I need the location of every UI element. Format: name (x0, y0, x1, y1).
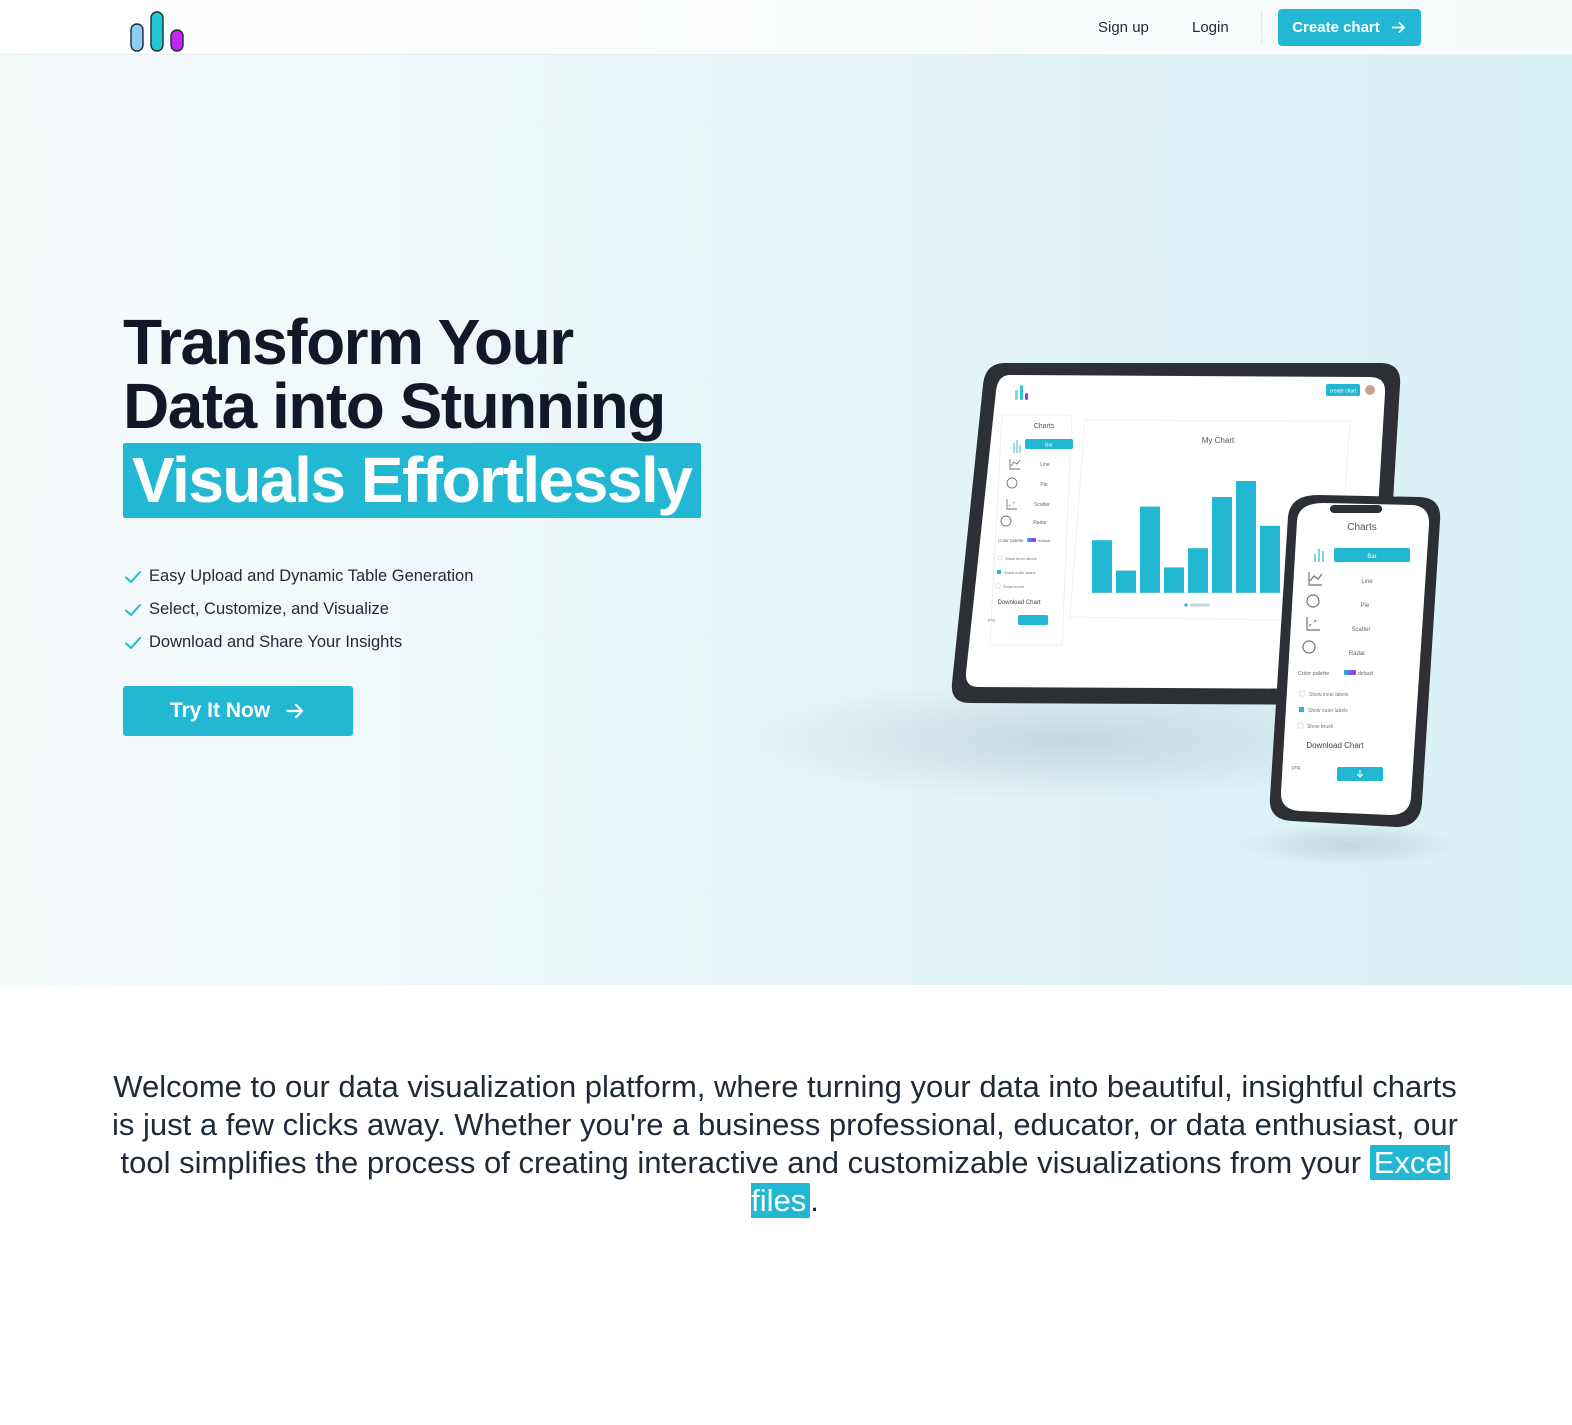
nav-divider (1261, 11, 1262, 43)
tablet-download-label: Download Chart (997, 600, 1040, 606)
phone-option: Show inner labels (1309, 692, 1349, 698)
phone-sidebar-title: Charts (1347, 522, 1376, 533)
check-icon (123, 600, 143, 620)
tablet-option: Show brush (1003, 584, 1024, 589)
phone-download-label: Download Chart (1306, 741, 1364, 750)
phone-chart-type: Radar (1349, 651, 1365, 657)
tablet-chart-type: Scatter (1034, 502, 1050, 508)
tablet-color-palette-label: Color palette (998, 538, 1024, 543)
check-icon (123, 633, 143, 653)
hero-title-line-2: Data into Stunning (123, 370, 666, 442)
tablet-chart-type: Bar (1045, 443, 1053, 449)
login-link[interactable]: Login (1192, 0, 1229, 55)
tablet-bar (1260, 525, 1280, 593)
tablet-bar (1140, 506, 1160, 593)
arrow-right-icon (286, 703, 304, 719)
tablet-chart-title: My Chart (1202, 436, 1235, 445)
check-icon (123, 567, 143, 587)
tablet-sidebar-title: Charts (1034, 423, 1055, 430)
device-mockup-illustration: create chart Charts Bar Line Pie Scatter… (740, 363, 1460, 865)
tablet-bar (1236, 481, 1256, 593)
tablet-chart-type: Line (1040, 462, 1050, 468)
try-it-now-button[interactable]: Try It Now (123, 686, 353, 736)
create-chart-label: Create chart (1292, 19, 1380, 36)
hero-section: Transform Your Data into Stunning Visual… (0, 55, 1572, 985)
tablet-palette-value: default (1038, 538, 1051, 543)
phone-mockup: Charts Bar Line Pie Scatter Radar Color … (1269, 495, 1441, 827)
intro-end: . (810, 1183, 819, 1218)
intro-text: Welcome to our data visualization platfo… (112, 1069, 1458, 1180)
feature-item: Select, Customize, and Visualize (123, 593, 473, 626)
feature-item: Download and Share Your Insights (123, 626, 473, 659)
tablet-format: png (988, 617, 995, 622)
phone-format: png (1292, 765, 1301, 771)
phone-chart-type: Pie (1361, 603, 1370, 609)
feature-text: Easy Upload and Dynamic Table Generation (149, 567, 474, 585)
phone-color-palette-label: Color palette (1298, 671, 1329, 677)
hero-title-line-1: Transform Your (123, 306, 574, 378)
intro-paragraph: Welcome to our data visualization platfo… (110, 1068, 1460, 1220)
tablet-bar (1116, 570, 1136, 593)
tablet-bar (1164, 567, 1184, 593)
tablet-create-button: create chart (1330, 389, 1357, 395)
navbar: Sign up Login Create chart (0, 0, 1572, 55)
feature-text: Download and Share Your Insights (149, 633, 403, 651)
signup-link[interactable]: Sign up (1098, 0, 1149, 55)
phone-palette-value: default (1358, 671, 1374, 677)
phone-chart-type: Line (1361, 579, 1373, 585)
tablet-bar (1092, 540, 1112, 593)
feature-item: Easy Upload and Dynamic Table Generation (123, 560, 473, 593)
arrow-right-icon (1391, 21, 1405, 34)
hero-title-highlight: Visuals Effortlessly (123, 443, 701, 518)
tablet-option: Show inner labels (1005, 556, 1037, 561)
feature-text: Select, Customize, and Visualize (149, 600, 389, 618)
phone-option: Show outer labels (1308, 708, 1348, 714)
tablet-bar (1188, 548, 1208, 593)
feature-list: Easy Upload and Dynamic Table Generation… (123, 560, 473, 659)
tablet-option: Show outer labels (1004, 570, 1036, 575)
logo-icon[interactable] (130, 10, 186, 54)
phone-chart-type: Bar (1367, 554, 1376, 560)
tablet-chart-type: Pie (1040, 482, 1047, 488)
tablet-bar (1212, 497, 1232, 593)
phone-option: Show brush (1307, 724, 1334, 730)
try-it-now-label: Try It Now (169, 699, 271, 722)
tablet-chart-type: Radar (1033, 520, 1047, 526)
create-chart-button[interactable]: Create chart (1278, 9, 1421, 46)
phone-chart-type: Scatter (1351, 627, 1370, 633)
hero-title: Transform Your Data into Stunning (123, 306, 666, 442)
